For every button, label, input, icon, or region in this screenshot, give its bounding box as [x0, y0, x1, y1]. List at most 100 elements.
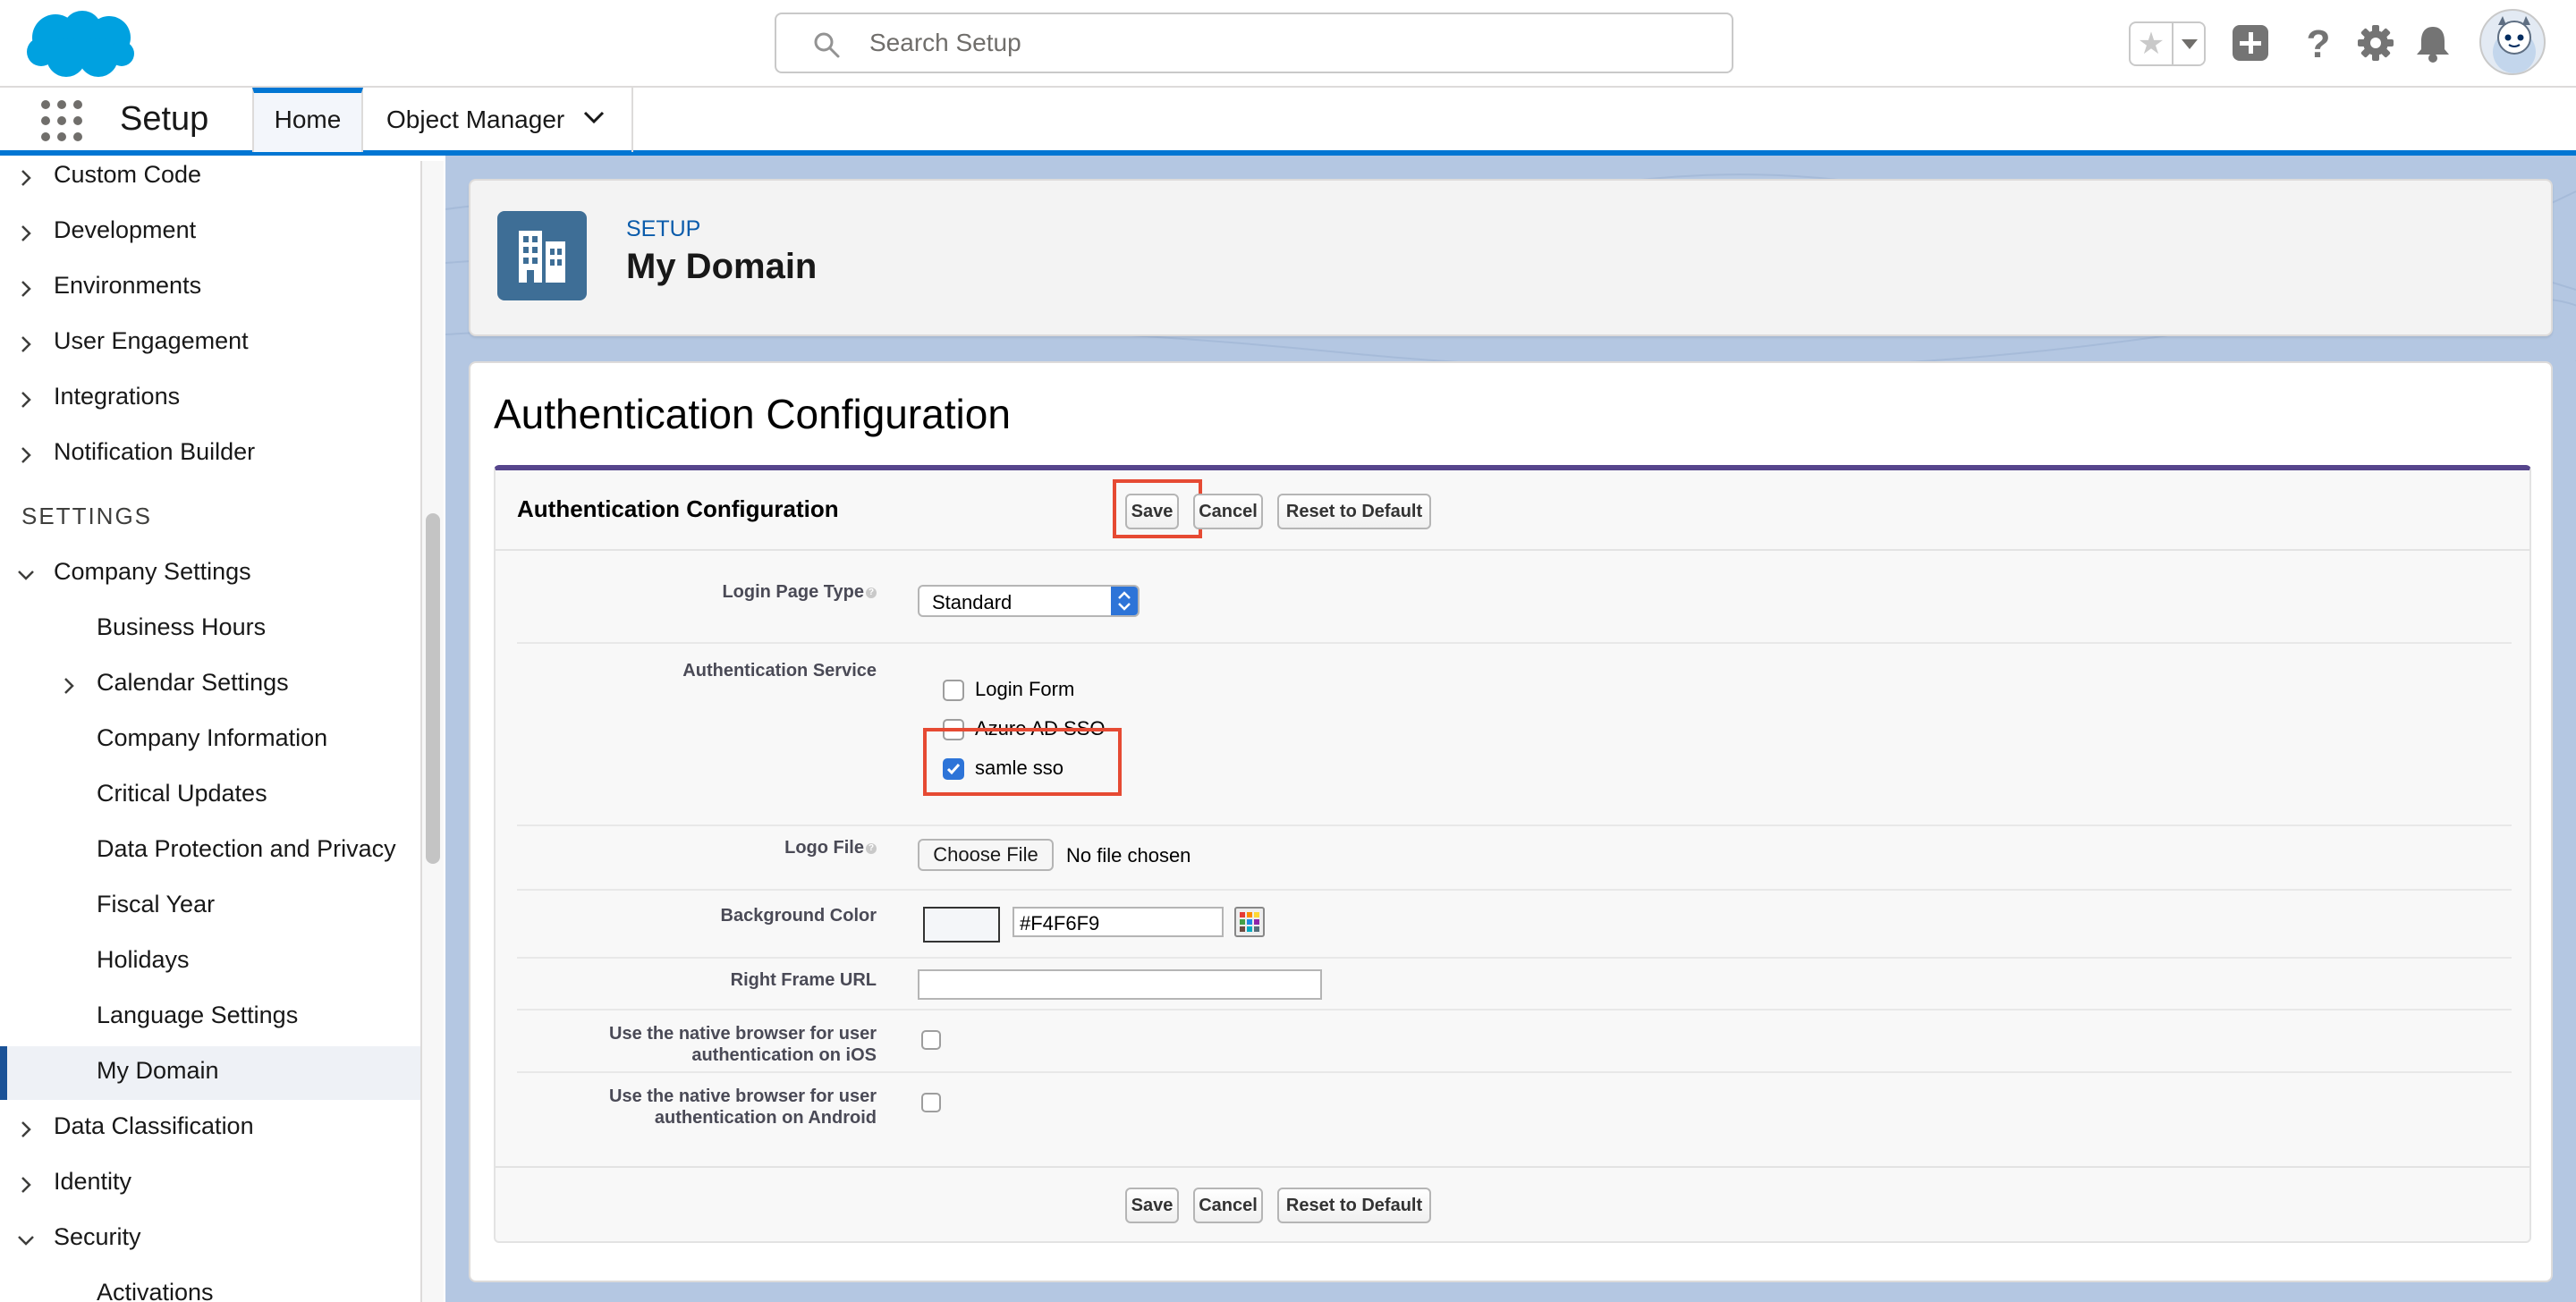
sidebar-item-development[interactable]: Development	[0, 206, 420, 259]
sidebar-item-data-classification[interactable]: Data Classification	[0, 1102, 420, 1155]
checkbox-label: Login Form	[975, 678, 1075, 700]
content-card: Authentication Configuration Authenticat…	[469, 361, 2553, 1282]
checkbox-native-android[interactable]	[921, 1093, 941, 1112]
field-native-browser-ios: Use the native browser for user authentic…	[517, 1010, 2512, 1073]
chevron-down-icon[interactable]	[16, 565, 36, 585]
sidebar-item-my-domain[interactable]: My Domain	[0, 1046, 420, 1100]
block-title: Authentication Configuration	[517, 495, 839, 522]
search-icon	[814, 32, 840, 58]
sidebar-item-label: Notification Builder	[54, 438, 256, 465]
help-icon[interactable]: ?	[2295, 20, 2342, 66]
sidebar-item-label: Data Protection and Privacy	[97, 835, 396, 862]
setup-gear-icon[interactable]	[2352, 20, 2399, 66]
field-native-browser-android: Use the native browser for user authentic…	[517, 1073, 2512, 1136]
cancel-button-top[interactable]: Cancel	[1193, 494, 1263, 529]
search-placeholder: Search Setup	[869, 29, 1021, 56]
sidebar-item-label: Calendar Settings	[97, 669, 289, 696]
chevron-right-icon[interactable]	[16, 168, 36, 188]
chevron-right-icon[interactable]	[16, 334, 36, 354]
chevron-right-icon[interactable]	[59, 676, 79, 696]
sidebar-item-custom-code[interactable]: Custom Code	[0, 161, 420, 204]
reset-to-default-button-bottom[interactable]: Reset to Default	[1277, 1188, 1431, 1223]
main-content: SETUP My Domain Authentication Configura…	[445, 156, 2576, 1302]
color-swatch[interactable]	[923, 907, 1000, 943]
field-authentication-service: Authentication Service Login Form Azure …	[517, 644, 2512, 826]
sidebar-item-label: Company Information	[97, 724, 328, 751]
user-avatar[interactable]	[2479, 9, 2546, 75]
color-picker-icon[interactable]	[1234, 907, 1265, 937]
tab-home-label: Home	[274, 106, 342, 133]
setup-sidebar: Custom Code Development Environments Use…	[0, 161, 422, 1302]
sidebar-item-label: Environments	[54, 272, 202, 299]
search-setup-input[interactable]: Search Setup	[775, 13, 1733, 73]
checkbox-native-ios[interactable]	[921, 1030, 941, 1050]
help-icon[interactable]: ?	[866, 587, 877, 598]
chevron-right-icon[interactable]	[16, 390, 36, 410]
sidebar-item-company-settings[interactable]: Company Settings	[0, 547, 420, 601]
sidebar-item-company-information[interactable]: Company Information	[0, 714, 420, 767]
sidebar-item-label: Fiscal Year	[97, 891, 216, 917]
field-background-color: Background Color #F4F6F9	[517, 891, 2512, 959]
right-frame-url-input[interactable]	[918, 969, 1322, 1000]
page-eyebrow: SETUP	[626, 216, 701, 241]
select-arrows-icon	[1111, 587, 1138, 615]
chevron-right-icon[interactable]	[16, 224, 36, 243]
tab-home[interactable]: Home	[252, 88, 363, 152]
sidebar-item-notification-builder[interactable]: Notification Builder	[0, 427, 420, 481]
sidebar-item-label: Development	[54, 216, 197, 243]
app-launcher-icon[interactable]	[41, 100, 82, 141]
chevron-right-icon[interactable]	[16, 1120, 36, 1139]
login-page-type-select[interactable]: Standard	[918, 585, 1140, 617]
field-label: Logo File?	[517, 837, 877, 858]
chevron-right-icon[interactable]	[16, 279, 36, 299]
file-status: No file chosen	[1066, 844, 1191, 867]
sidebar-item-activations[interactable]: Activations	[0, 1268, 420, 1302]
svg-text:?: ?	[2307, 22, 2331, 66]
sidebar-item-business-hours[interactable]: Business Hours	[0, 603, 420, 656]
chevron-down-icon[interactable]	[16, 1230, 36, 1250]
app-name: Setup	[120, 100, 209, 138]
salesforce-logo[interactable]	[25, 7, 136, 82]
sidebar-item-label: My Domain	[97, 1057, 219, 1084]
tab-object-manager[interactable]: Object Manager	[363, 88, 633, 152]
chevron-right-icon[interactable]	[16, 1175, 36, 1195]
sidebar-item-critical-updates[interactable]: Critical Updates	[0, 769, 420, 823]
favorites-control[interactable]: ★	[2129, 21, 2206, 66]
global-actions-icon[interactable]	[2227, 20, 2274, 66]
notifications-bell-icon[interactable]	[2410, 20, 2456, 66]
chevron-down-icon[interactable]	[583, 111, 605, 125]
sidebar-item-user-engagement[interactable]: User Engagement	[0, 317, 420, 370]
sidebar-item-calendar-settings[interactable]: Calendar Settings	[0, 658, 420, 712]
background-color-input[interactable]: #F4F6F9	[1013, 907, 1224, 937]
sidebar-scrollbar-thumb[interactable]	[426, 513, 440, 864]
field-logo-file: Logo File? Choose File No file chosen	[517, 826, 2512, 891]
checkbox-login-form[interactable]	[943, 680, 964, 701]
astro-avatar-icon	[2493, 16, 2536, 73]
sidebar-item-label: Custom Code	[54, 161, 202, 188]
sidebar-item-label: Critical Updates	[97, 780, 267, 807]
block-footer: Save Cancel Reset to Default	[496, 1166, 2529, 1243]
sidebar-item-label: Identity	[54, 1168, 132, 1195]
cancel-button-bottom[interactable]: Cancel	[1193, 1188, 1263, 1223]
sidebar-item-fiscal-year[interactable]: Fiscal Year	[0, 880, 420, 934]
field-label: Right Frame URL	[730, 970, 877, 990]
choose-file-button[interactable]: Choose File	[918, 839, 1054, 871]
sidebar-item-environments[interactable]: Environments	[0, 261, 420, 315]
favorites-star-icon[interactable]: ★	[2131, 23, 2174, 64]
tab-object-manager-label: Object Manager	[386, 106, 565, 133]
sidebar-item-label: User Engagement	[54, 327, 249, 354]
reset-to-default-button-top[interactable]: Reset to Default	[1277, 494, 1431, 529]
sidebar-item-integrations[interactable]: Integrations	[0, 372, 420, 426]
save-button-bottom[interactable]: Save	[1125, 1188, 1179, 1223]
sidebar-item-security[interactable]: Security	[0, 1213, 420, 1266]
chevron-right-icon[interactable]	[16, 445, 36, 465]
sidebar-item-holidays[interactable]: Holidays	[0, 935, 420, 989]
section-heading: Authentication Configuration	[494, 391, 1011, 437]
sidebar-item-identity[interactable]: Identity	[0, 1157, 420, 1211]
field-login-page-type: Login Page Type? Standard	[517, 556, 2512, 644]
favorites-dropdown-icon[interactable]	[2174, 23, 2204, 64]
sidebar-item-language-settings[interactable]: Language Settings	[0, 991, 420, 1044]
help-icon[interactable]: ?	[866, 842, 877, 854]
field-label: Authentication Service	[682, 661, 877, 681]
sidebar-item-data-protection[interactable]: Data Protection and Privacy	[0, 824, 420, 878]
